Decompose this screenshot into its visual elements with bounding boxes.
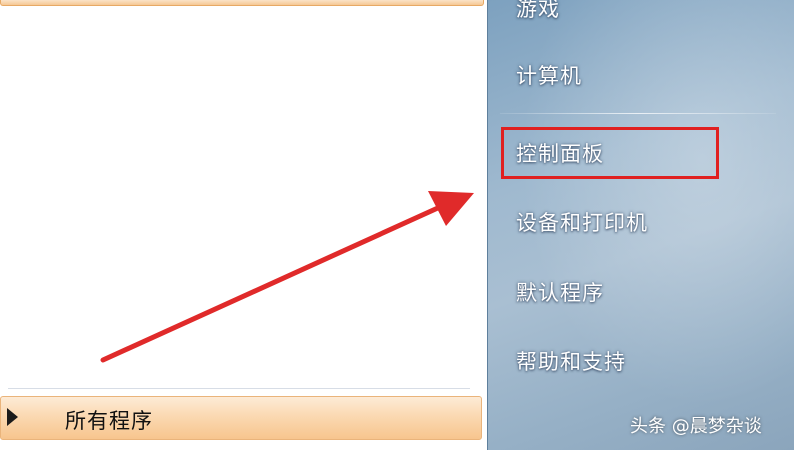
menu-item-default-programs[interactable]: 默认程序	[516, 277, 604, 307]
all-programs-label: 所有程序	[65, 409, 153, 433]
triangle-right-icon	[7, 408, 18, 426]
start-menu-right-pane: 游戏 计算机 控制面板 设备和打印机 默认程序 帮助和支持	[487, 0, 794, 450]
menu-item-help-and-support[interactable]: 帮助和支持	[516, 346, 626, 376]
right-pane-divider	[500, 113, 776, 114]
menu-item-computer[interactable]: 计算机	[516, 60, 582, 90]
left-pane-divider	[8, 388, 470, 389]
all-programs-button[interactable]: 所有程序	[0, 396, 482, 440]
start-menu-screenshot: 所有程序 游戏 计算机 控制面板 设备和打印机 默认程序 帮助和支持 头条 @晨…	[0, 0, 794, 450]
menu-item-devices-and-printers[interactable]: 设备和打印机	[516, 207, 648, 237]
menu-item-games[interactable]: 游戏	[516, 0, 560, 23]
start-menu-left-pane: 所有程序	[0, 0, 487, 450]
left-pane-top-item-edge[interactable]	[0, 0, 484, 6]
watermark: 头条 @晨梦杂谈	[630, 416, 762, 437]
control-panel-highlight-box	[501, 127, 719, 179]
